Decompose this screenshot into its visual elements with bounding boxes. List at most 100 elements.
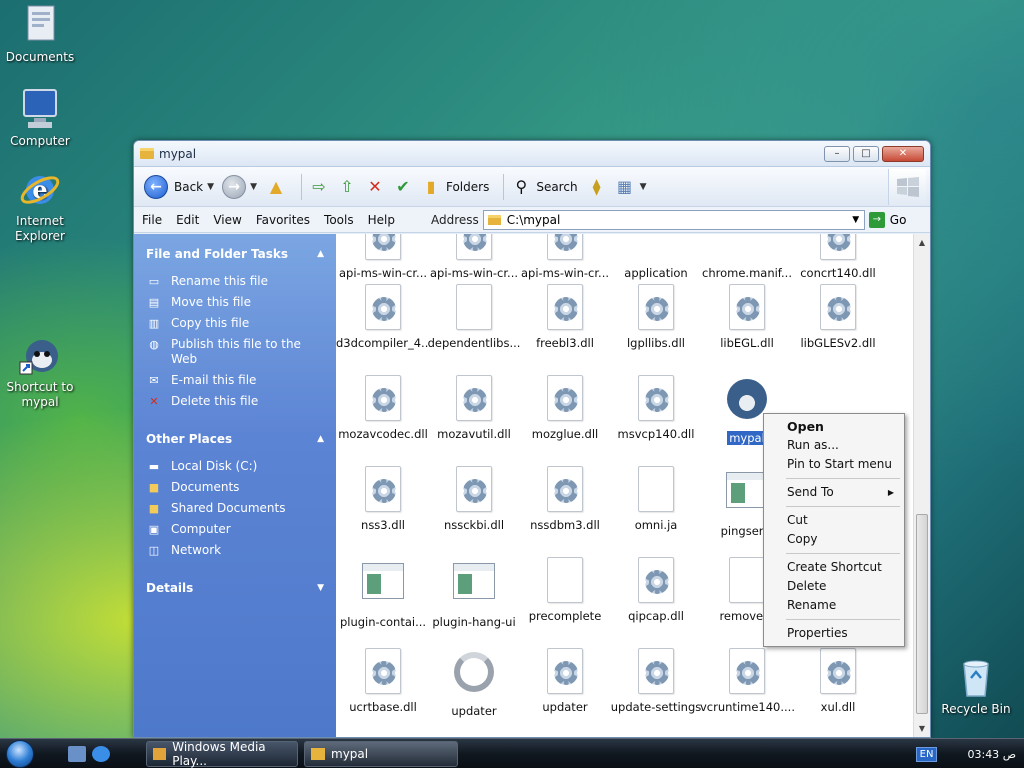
details-header[interactable]: Details ▼ — [146, 578, 324, 598]
address-bar[interactable]: C:\mypal ▼ — [482, 209, 865, 230]
views-button[interactable]: ▦ ▼ — [614, 176, 646, 198]
menu-copy[interactable]: Copy — [766, 530, 902, 549]
taskbar-button-mypal[interactable]: mypal — [304, 740, 458, 767]
go-button[interactable]: → Go — [868, 211, 906, 228]
file-item[interactable]: d3dcompiler_4... — [336, 284, 430, 350]
file-item[interactable]: update-settings — [609, 648, 703, 714]
close-button[interactable]: ✕ — [882, 145, 924, 162]
chevron-down-icon[interactable]: ▼ — [207, 182, 214, 192]
desktop-icon-computer[interactable]: Computer — [2, 88, 78, 149]
file-item[interactable]: nssckbi.dll — [427, 466, 521, 532]
menu-help[interactable]: Help — [362, 213, 401, 227]
file-item[interactable]: libEGL.dll — [700, 284, 794, 350]
file-folder-tasks-header[interactable]: File and Folder Tasks ▲ — [146, 244, 324, 264]
internet-explorer-icon[interactable] — [92, 745, 110, 762]
task-delete[interactable]: ✕ Delete this file — [146, 394, 324, 409]
place-shared-documents[interactable]: ■ Shared Documents — [146, 501, 324, 516]
menu-delete[interactable]: Delete — [766, 577, 902, 596]
file-item[interactable]: ucrtbase.dll — [336, 648, 430, 714]
menu-pin-start[interactable]: Pin to Start menu — [766, 455, 902, 474]
taskbar-button-media-player[interactable]: Windows Media Play... — [146, 740, 298, 768]
chevron-up-icon[interactable]: ▲ — [317, 249, 324, 259]
file-item[interactable]: plugin-hang-ui — [427, 557, 521, 629]
task-publish[interactable]: ◍ Publish this file to the Web — [146, 337, 324, 367]
file-item[interactable]: mozavutil.dll — [427, 375, 521, 441]
file-item[interactable]: freebl3.dll — [518, 284, 612, 350]
menu-send-to[interactable]: Send To ▶ — [766, 483, 902, 502]
language-indicator[interactable]: EN — [915, 746, 938, 762]
file-item[interactable]: plugin-contai... — [336, 557, 430, 629]
file-item[interactable]: qipcap.dll — [609, 557, 703, 623]
file-item[interactable]: api-ms-win-cr... — [336, 234, 430, 280]
place-network[interactable]: ◫ Network — [146, 543, 324, 558]
menu-open[interactable]: Open — [766, 417, 902, 436]
file-item[interactable]: lgpllibs.dll — [609, 284, 703, 350]
file-item[interactable]: chrome.manif... — [700, 234, 794, 280]
maximize-button[interactable]: □ — [853, 145, 879, 162]
search-button[interactable]: ⚲ Search — [510, 176, 577, 198]
file-item[interactable]: application — [609, 234, 703, 280]
task-rename[interactable]: ▭ Rename this file — [146, 274, 324, 289]
move-to-icon[interactable]: ⇨ — [308, 176, 330, 198]
file-item[interactable]: concrt140.dll — [791, 234, 885, 280]
clock[interactable]: 03:43 ص — [967, 748, 1016, 761]
minimize-button[interactable]: – — [824, 145, 850, 162]
place-documents[interactable]: ■ Documents — [146, 480, 324, 495]
desktop-icon-shortcut-mypal[interactable]: Shortcut to mypal — [2, 334, 78, 410]
file-item[interactable]: updater — [518, 648, 612, 714]
scroll-down-icon[interactable]: ▼ — [914, 720, 930, 737]
delete-icon[interactable]: ✕ — [364, 176, 386, 198]
menu-create-shortcut[interactable]: Create Shortcut — [766, 558, 902, 577]
vertical-scrollbar[interactable]: ▲ ▼ — [913, 234, 930, 737]
chevron-down-icon[interactable]: ▼ — [317, 583, 324, 593]
desktop-icon-documents[interactable]: Documents — [2, 4, 78, 65]
chevron-down-icon[interactable]: ▼ — [250, 182, 257, 192]
desktop-icon-internet-explorer[interactable]: e Internet Explorer — [2, 168, 78, 244]
task-email[interactable]: ✉ E-mail this file — [146, 373, 324, 388]
file-item[interactable]: dependentlibs... — [427, 284, 521, 350]
menu-cut[interactable]: Cut — [766, 511, 902, 530]
up-button[interactable]: ▲ — [265, 176, 287, 198]
file-item[interactable]: msvcp140.dll — [609, 375, 703, 441]
menu-tools[interactable]: Tools — [318, 213, 360, 227]
menu-file[interactable]: File — [136, 213, 168, 227]
file-item[interactable]: api-ms-win-cr... — [518, 234, 612, 280]
file-item[interactable]: mozglue.dll — [518, 375, 612, 441]
show-desktop-icon[interactable] — [68, 745, 86, 762]
menu-edit[interactable]: Edit — [170, 213, 205, 227]
chevron-up-icon[interactable]: ▲ — [317, 434, 324, 444]
file-item[interactable]: mozavcodec.dll — [336, 375, 430, 441]
place-computer[interactable]: ▣ Computer — [146, 522, 324, 537]
chevron-down-icon[interactable]: ▼ — [848, 215, 864, 225]
menu-run-as[interactable]: Run as... — [766, 436, 902, 455]
file-item[interactable]: precomplete — [518, 557, 612, 623]
forward-button[interactable]: → ▼ — [222, 174, 257, 199]
file-item[interactable]: omni.ja — [609, 466, 703, 532]
scroll-up-icon[interactable]: ▲ — [914, 234, 930, 251]
desktop-icon-recycle-bin[interactable]: Recycle Bin — [938, 656, 1014, 717]
start-button[interactable] — [0, 739, 40, 768]
copy-to-icon[interactable]: ⇧ — [336, 176, 358, 198]
file-item[interactable]: api-ms-win-cr... — [427, 234, 521, 280]
menu-properties[interactable]: Properties — [766, 624, 902, 643]
file-item[interactable]: libGLESv2.dll — [791, 284, 885, 350]
file-item[interactable]: nss3.dll — [336, 466, 430, 532]
other-places-header[interactable]: Other Places ▲ — [146, 429, 324, 449]
back-button[interactable]: ← Back ▼ — [144, 174, 214, 199]
address-input[interactable]: C:\mypal — [507, 213, 848, 227]
place-local-disk[interactable]: ▬ Local Disk (C:) — [146, 459, 324, 474]
menu-rename[interactable]: Rename — [766, 596, 902, 615]
folder-options-icon[interactable]: ⧫ — [586, 176, 608, 198]
scrollbar-thumb[interactable] — [916, 514, 928, 714]
task-move[interactable]: ▤ Move this file — [146, 295, 324, 310]
file-item[interactable]: nssdbm3.dll — [518, 466, 612, 532]
title-bar[interactable]: mypal – □ ✕ — [134, 141, 930, 167]
menu-favorites[interactable]: Favorites — [250, 213, 316, 227]
file-item[interactable]: xul.dll — [791, 648, 885, 714]
file-item[interactable]: vcruntime140.... — [700, 648, 794, 714]
properties-icon[interactable]: ✔ — [392, 176, 414, 198]
file-item[interactable]: updater — [427, 648, 521, 718]
folders-button[interactable]: ▮ Folders — [420, 176, 490, 198]
task-copy[interactable]: ▥ Copy this file — [146, 316, 324, 331]
menu-view[interactable]: View — [207, 213, 247, 227]
